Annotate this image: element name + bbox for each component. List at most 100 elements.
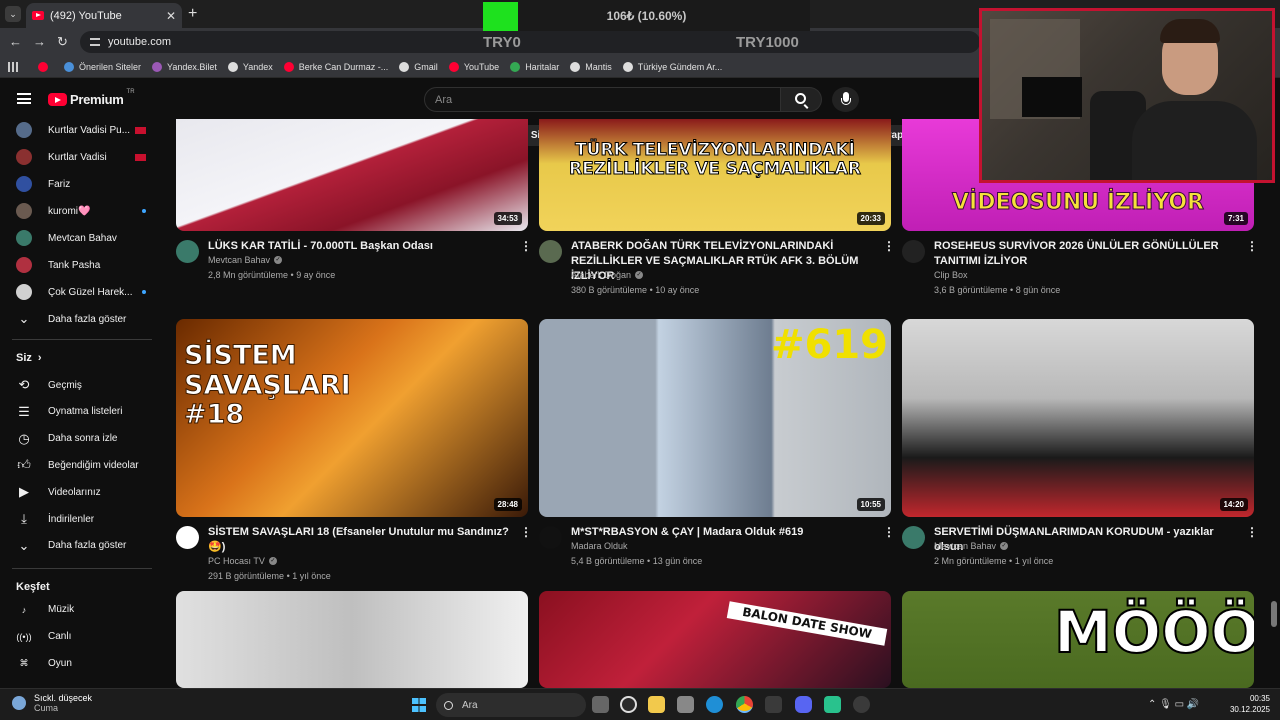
video-thumbnail[interactable] [176,591,528,688]
donation-goal-value: 106₺ (10.60%) [606,9,687,23]
video-thumbnail[interactable]: MÖÖÖ [902,591,1254,688]
back-icon[interactable]: ← [9,34,22,49]
channel-avatar[interactable] [539,240,562,263]
chrome-icon[interactable] [736,696,753,713]
channel-avatar[interactable] [539,526,562,549]
app-monitor-icon[interactable] [765,696,782,713]
tab-search-button[interactable]: ⌄ [5,6,21,22]
video-thumbnail[interactable]: 14:20 [902,319,1254,517]
taskview-icon[interactable] [592,696,609,713]
video-thumbnail[interactable]: 34:53 [176,119,528,231]
more-actions-icon[interactable]: ⋮ [1246,239,1258,253]
start-button-icon[interactable] [412,698,426,712]
video-title[interactable]: ROSEHEUS SURVİVOR 2026 ÜNLÜLER GÖNÜLLÜLE… [934,239,1236,269]
sidebar-item-history[interactable]: ⟲ Geçmiş [16,377,146,393]
site-settings-icon[interactable] [90,38,100,46]
more-actions-icon[interactable]: ⋮ [520,525,532,539]
new-tab-button[interactable]: + [188,5,197,23]
sidebar-item-video[interactable]: ▶ Videolarınız [16,484,146,500]
channel-name[interactable]: Madara Olduk [571,541,628,551]
bookmark-label: Mantis [585,61,612,72]
sidebar-item-thumb-up[interactable]: 👍︎ Beğendiğim videolar [16,457,146,473]
clock[interactable]: 00:35 30.12.2025 [1222,693,1270,715]
subscription-item[interactable]: Tank Pasha [16,257,146,273]
bookmark-item[interactable]: Berke Can Durmaz -... [283,61,388,72]
sidebar-item-game[interactable]: ⌘ Oyun [16,658,146,669]
channel-avatar[interactable] [902,240,925,263]
menu-icon[interactable] [17,93,31,104]
bookmark-item[interactable]: Gmail [399,61,438,72]
sidebar-item-chevron-down[interactable]: ⌄ Daha fazla göster [16,538,146,554]
video-thumbnail[interactable]: TÜRK TELEVİZYONLARINDAKİ REZİLLİKLER VE … [539,119,891,231]
video-title[interactable]: SİSTEM SAVAŞLARI 18 (Efsaneler Unutulur … [208,525,510,555]
bookmark-item[interactable]: Yandex [227,61,273,72]
channel-name[interactable]: Ataberk Doğan ✓ [571,270,644,280]
system-tray-icons[interactable]: ⌃ 🎙 ▭ 🔊 [1148,699,1199,710]
show-more-subscriptions[interactable]: ⌄ Daha fazla göster [16,311,146,327]
subscription-item[interactable]: Fariz [16,176,146,192]
subscription-name: Tank Pasha [48,259,101,271]
bookmark-item[interactable]: YouTube [448,61,499,72]
voice-search-button[interactable] [832,87,859,112]
sidebar-item-music[interactable]: ♪ Müzik [16,604,146,615]
file-explorer-icon[interactable] [648,696,665,713]
video-title[interactable]: M*ST*RBASYON & ÇAY | Madara Olduk #619 [571,525,873,540]
more-actions-icon[interactable]: ⋮ [883,239,895,253]
weather-widget[interactable]: Sıckl. düşecek Cuma [12,693,92,713]
search-input[interactable]: Ara [424,87,781,112]
bookmark-item[interactable]: Haritalar [510,61,559,72]
video-thumbnail[interactable]: BALON DATE SHOW [539,591,891,688]
bookmark-favicon-icon [448,61,459,72]
subscription-item[interactable]: Kurtlar Vadisi [16,149,146,165]
apps-grid-icon[interactable] [8,61,18,72]
subscription-item[interactable]: Çok Güzel Harek... [16,284,146,300]
sidebar-item-download[interactable]: ⤓ İndirilenler [16,511,146,527]
bookmark-item[interactable]: Yandex.Bilet [152,61,217,72]
channel-avatar [16,176,32,192]
bookmark-item[interactable] [38,61,53,72]
forward-icon[interactable]: → [33,34,46,49]
store-icon[interactable] [677,696,694,713]
you-section-header[interactable]: Siz › [16,352,42,364]
video-thumbnail[interactable]: #619 10:55 [539,319,891,517]
bookmark-item[interactable]: Türkiye Gündem Ar... [622,61,723,72]
obs-icon[interactable] [853,696,870,713]
sidebar-item-live[interactable]: ((•)) Canlı [16,631,146,642]
bookmark-label: Türkiye Gündem Ar... [637,61,723,72]
channel-avatar[interactable] [176,526,199,549]
channel-name[interactable]: Mevtcan Bahav ✓ [934,541,1009,551]
bookmark-item[interactable]: Mantis [570,61,612,72]
sidebar-item-clock[interactable]: ◷ Daha sonra izle [16,431,146,447]
windows-taskbar: Sıckl. düşecek Cuma Ara ⌃ 🎙 ▭ 🔊 00:35 30… [0,688,1280,720]
search-button[interactable] [781,87,822,112]
bookmark-item[interactable]: Önerilen Siteler [64,61,141,72]
subscription-item[interactable]: Mevtcan Bahav [16,230,146,246]
more-actions-icon[interactable]: ⋮ [520,239,532,253]
url-bar[interactable]: youtube.com [80,31,980,53]
subscription-item[interactable]: Kurtlar Vadisi Pu... [16,122,146,138]
channel-avatar[interactable] [176,240,199,263]
page-scrollbar[interactable] [1270,119,1278,688]
youtube-premium-logo[interactable]: Premium TR [48,89,135,107]
edge-icon[interactable] [706,696,723,713]
taskbar-search[interactable]: Ara [436,693,586,717]
subscription-item[interactable]: kuromi🩷 [16,203,146,219]
scrollbar-thumb[interactable] [1271,601,1277,627]
sidebar-item-playlist[interactable]: ☰ Oynatma listeleri [16,404,146,420]
youtube-favicon-icon [32,11,44,20]
tab-close-icon[interactable]: ✕ [166,9,176,23]
discord-icon[interactable] [795,696,812,713]
channel-avatar[interactable] [902,526,925,549]
tab-youtube[interactable]: (492) YouTube ✕ [26,3,182,28]
reload-icon[interactable]: ↻ [57,34,68,50]
more-actions-icon[interactable]: ⋮ [883,525,895,539]
video-title[interactable]: LÜKS KAR TATİLİ - 70.000TL Başkan Odası [208,239,510,254]
app-green-icon[interactable] [824,696,841,713]
channel-name[interactable]: Mevtcan Bahav ✓ [208,255,283,265]
channel-name[interactable]: Clip Box [934,270,968,280]
logo-text: Premium [70,92,124,107]
channel-name[interactable]: PC Hocası TV ✓ [208,556,277,566]
video-thumbnail[interactable]: SİSTEM SAVAŞLARI #18 28:48 [176,319,528,517]
more-actions-icon[interactable]: ⋮ [1246,525,1258,539]
app-q-icon[interactable] [620,696,637,713]
